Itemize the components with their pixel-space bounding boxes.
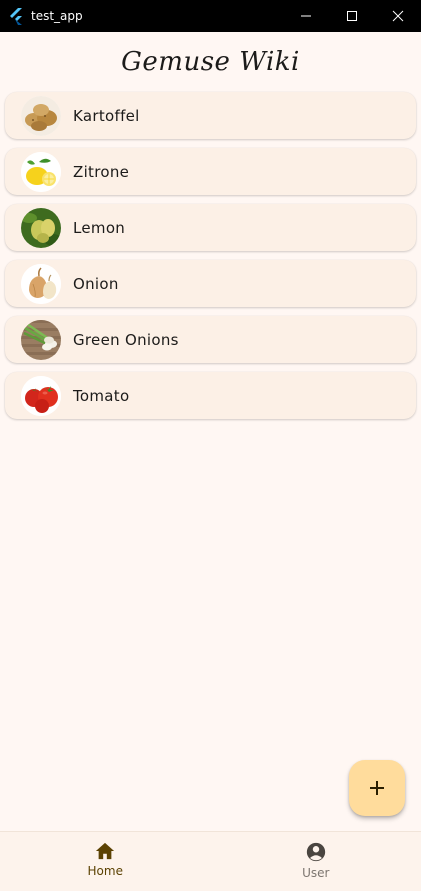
list-item-label: Tomato xyxy=(73,387,129,405)
list-item-zitrone[interactable]: Zitrone xyxy=(5,148,416,195)
list-item-label: Onion xyxy=(73,275,119,293)
list-item-green-onions[interactable]: Green Onions xyxy=(5,316,416,363)
list-item-onion[interactable]: Onion xyxy=(5,260,416,307)
home-icon xyxy=(94,841,116,861)
lemon-tree-image xyxy=(21,208,61,248)
list-item-lemon[interactable]: Lemon xyxy=(5,204,416,251)
add-vegetable-button[interactable] xyxy=(349,760,405,816)
onion-image xyxy=(21,264,61,304)
list-item-label: Lemon xyxy=(73,219,125,237)
nav-item-home[interactable]: Home xyxy=(0,832,211,891)
maximize-icon xyxy=(346,10,358,22)
tomato-image xyxy=(21,376,61,416)
window-title: test_app xyxy=(31,9,83,23)
close-icon xyxy=(392,10,404,22)
bottom-navigation: Home User xyxy=(0,831,421,891)
list-item-label: Green Onions xyxy=(73,331,179,349)
flutter-logo-icon xyxy=(8,7,26,25)
lemon-image xyxy=(21,152,61,192)
vegetable-list: Kartoffel Zitrone xyxy=(5,92,416,428)
nav-label-home: Home xyxy=(88,864,123,878)
close-button[interactable] xyxy=(375,0,421,32)
maximize-button[interactable] xyxy=(329,0,375,32)
add-icon xyxy=(368,779,386,797)
nav-label-user: User xyxy=(302,866,329,880)
app-title: Gemuse Wiki xyxy=(0,44,421,84)
list-item-label: Zitrone xyxy=(73,163,129,181)
account-circle-icon xyxy=(305,841,327,863)
minimize-icon xyxy=(300,10,312,22)
window-titlebar: test_app xyxy=(0,0,421,32)
list-item-kartoffel[interactable]: Kartoffel xyxy=(5,92,416,139)
list-item-label: Kartoffel xyxy=(73,107,140,125)
green-onions-image xyxy=(21,320,61,360)
minimize-button[interactable] xyxy=(283,0,329,32)
nav-item-user[interactable]: User xyxy=(211,832,421,891)
potato-image xyxy=(21,96,61,136)
list-item-tomato[interactable]: Tomato xyxy=(5,372,416,419)
